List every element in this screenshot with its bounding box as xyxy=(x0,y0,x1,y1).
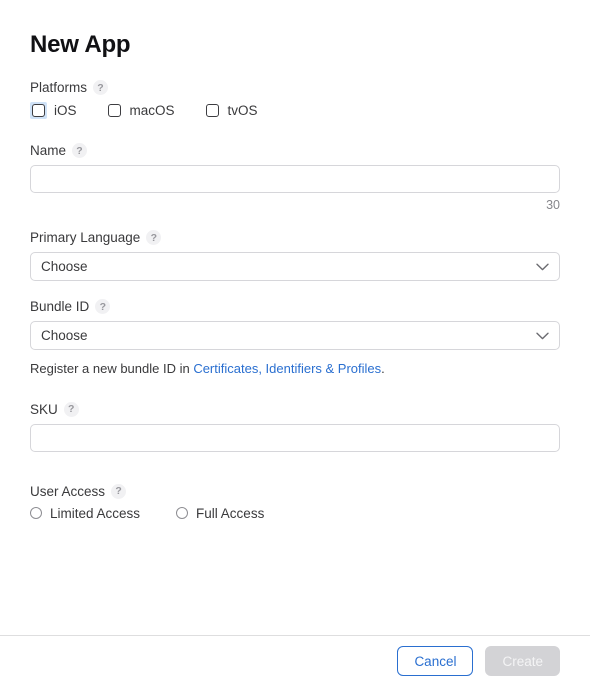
bundle-id-field-group: Bundle ID ? Choose Register a new bundle… xyxy=(30,299,560,378)
platform-label-macos: macOS xyxy=(129,103,175,119)
checkbox-icon[interactable] xyxy=(107,104,121,118)
sku-label-row: SKU ? xyxy=(30,401,560,417)
help-icon[interactable]: ? xyxy=(146,230,162,246)
bundle-id-selected-value: Choose xyxy=(41,328,88,344)
name-label: Name xyxy=(30,143,67,159)
bundle-id-helper-suffix: . xyxy=(381,361,385,377)
sku-field-group: SKU ? xyxy=(30,401,560,452)
help-icon[interactable]: ? xyxy=(111,483,127,499)
primary-language-label: Primary Language xyxy=(30,230,141,246)
create-button[interactable]: Create xyxy=(485,646,560,676)
name-input[interactable] xyxy=(30,165,560,194)
platforms-field-group: Platforms ? iOS macOS tvOS xyxy=(30,80,560,120)
platforms-label-row: Platforms ? xyxy=(30,80,560,96)
radio-icon[interactable] xyxy=(176,507,189,520)
user-access-field-group: User Access ? Limited Access Full Access xyxy=(30,483,560,521)
primary-language-label-row: Primary Language ? xyxy=(30,230,560,246)
radio-icon[interactable] xyxy=(30,507,42,520)
primary-language-select[interactable]: Choose xyxy=(30,252,560,282)
name-label-row: Name ? xyxy=(30,143,560,159)
sku-label: SKU xyxy=(30,401,58,417)
user-access-label-row: User Access ? xyxy=(30,483,560,499)
platform-checkbox-macos[interactable]: macOS xyxy=(106,102,175,119)
bundle-id-helper-text: Register a new bundle ID in Certificates… xyxy=(30,360,560,378)
checkbox-focus-ring xyxy=(30,102,47,120)
radio-label-full-access: Full Access xyxy=(196,505,265,521)
bundle-id-helper-prefix: Register a new bundle ID in xyxy=(30,361,194,377)
primary-language-select-wrap: Choose xyxy=(30,252,560,282)
platform-label-tvos: tvOS xyxy=(227,103,258,119)
platform-label-ios: iOS xyxy=(54,103,77,119)
platforms-checkbox-row: iOS macOS tvOS xyxy=(30,102,560,120)
primary-language-field-group: Primary Language ? Choose xyxy=(30,230,560,282)
page-title: New App xyxy=(30,31,131,58)
help-icon[interactable]: ? xyxy=(63,401,79,417)
platforms-label: Platforms xyxy=(30,80,88,96)
radio-label-limited-access: Limited Access xyxy=(50,505,141,521)
radio-limited-access[interactable]: Limited Access xyxy=(30,506,140,521)
sku-input[interactable] xyxy=(30,423,560,452)
platform-checkbox-ios[interactable]: iOS xyxy=(30,102,77,120)
user-access-label: User Access xyxy=(30,483,106,499)
bundle-id-label-row: Bundle ID ? xyxy=(30,299,560,315)
checkbox-wrap xyxy=(204,102,221,119)
help-icon[interactable]: ? xyxy=(93,80,109,96)
help-icon[interactable]: ? xyxy=(95,299,111,315)
checkbox-wrap xyxy=(106,102,123,119)
dialog-body: New App Platforms ? iOS macOS tvOS Name … xyxy=(0,0,590,635)
certificates-identifiers-profiles-link[interactable]: Certificates, Identifiers & Profiles xyxy=(193,361,381,376)
primary-language-selected-value: Choose xyxy=(41,259,88,275)
user-access-radio-row: Limited Access Full Access xyxy=(30,506,560,521)
checkbox-icon[interactable] xyxy=(32,104,45,118)
platform-checkbox-tvos[interactable]: tvOS xyxy=(204,102,258,119)
help-icon[interactable]: ? xyxy=(72,143,88,159)
bundle-id-label: Bundle ID xyxy=(30,299,90,315)
bundle-id-select[interactable]: Choose xyxy=(30,321,560,351)
name-char-count: 30 xyxy=(546,198,560,213)
new-app-dialog: New App Platforms ? iOS macOS tvOS Name … xyxy=(0,0,590,686)
checkbox-icon[interactable] xyxy=(205,104,219,118)
radio-full-access[interactable]: Full Access xyxy=(176,506,264,521)
bundle-id-select-wrap: Choose xyxy=(30,321,560,351)
name-field-group: Name ? 30 xyxy=(30,143,560,212)
dialog-footer: Cancel Create xyxy=(0,635,590,686)
cancel-button[interactable]: Cancel xyxy=(397,646,474,676)
